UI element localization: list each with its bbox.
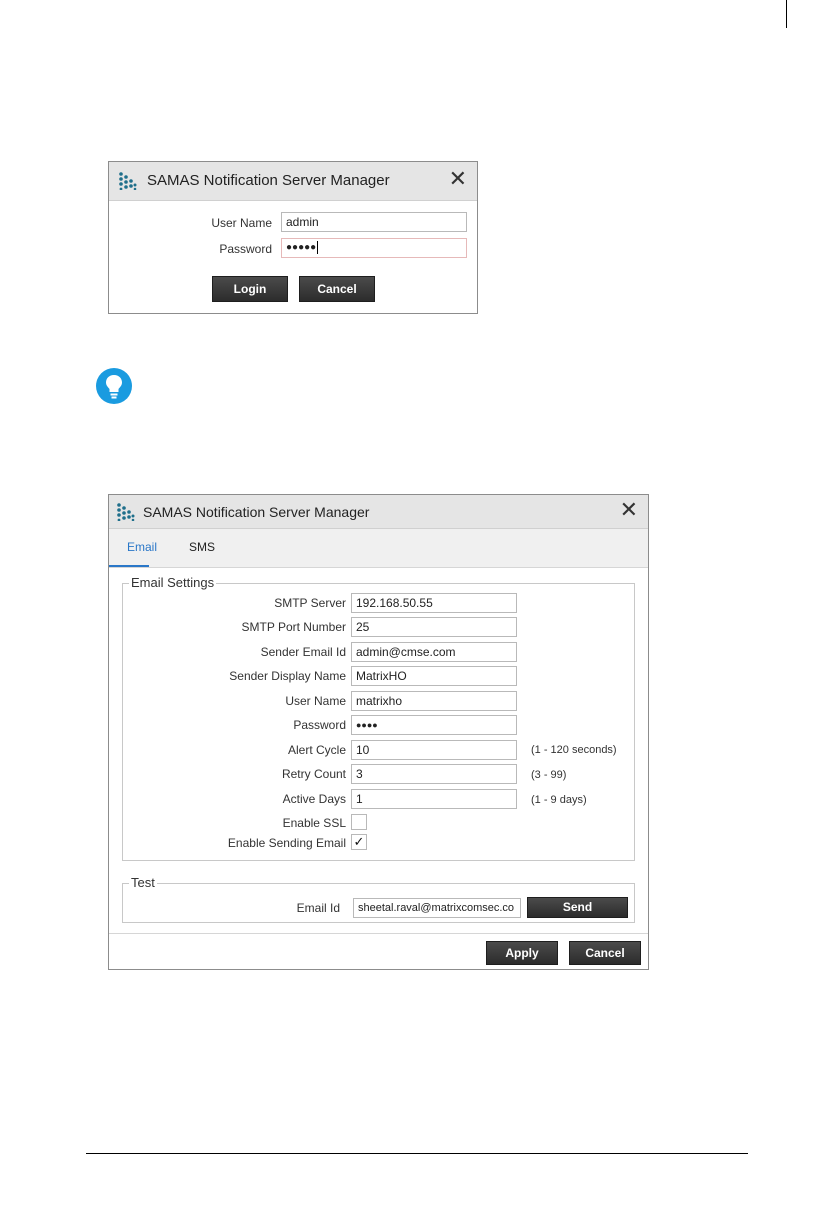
sender-display-name-input[interactable]: MatrixHO [351,666,517,686]
password-label: Password [219,242,272,256]
email-settings-title: Email Settings [129,575,217,590]
smtp-server-input[interactable]: 192.168.50.55 [351,593,517,613]
samas-logo-icon [117,503,135,521]
apply-button[interactable]: Apply [486,941,558,965]
user-name-input[interactable]: matrixho [351,691,517,711]
close-icon[interactable]: ✕ [620,498,638,522]
tab-bar: Email SMS [109,529,648,568]
alert-cycle-value: 10 [356,743,370,757]
page-footer-rule [86,1153,748,1154]
cancel-button[interactable]: Cancel [569,941,641,965]
page-corner-mark [786,0,787,28]
login-dialog-title: SAMAS Notification Server Manager [147,172,390,189]
text-cursor [317,240,319,254]
tab-sms[interactable]: SMS [189,540,215,554]
retry-count-input[interactable]: 3 [351,764,517,784]
settings-dialog-title: SAMAS Notification Server Manager [143,504,370,520]
smtp-port-label: SMTP Port Number [241,620,346,634]
sender-email-label: Sender Email Id [260,645,346,659]
active-tab-indicator [109,565,149,567]
active-days-hint: (1 - 9 days) [531,794,587,806]
smtp-server-label: SMTP Server [274,596,346,610]
sender-email-input[interactable]: admin@cmse.com [351,642,517,662]
retry-count-label: Retry Count [281,767,346,781]
password-value: ●●●●● [286,242,317,253]
send-button[interactable]: Send [527,897,628,918]
password-label: Password [293,718,346,732]
lightbulb-icon [96,368,132,404]
retry-count-hint: (3 - 99) [531,769,567,781]
smtp-port-value: 25 [356,620,370,634]
user-name-label: User Name [285,694,346,708]
password-input[interactable]: ●●●●● [281,238,467,258]
login-button[interactable]: Login [212,276,288,302]
close-icon[interactable]: ✕ [449,167,467,191]
sender-email-value: admin@cmse.com [356,645,456,659]
enable-sending-email-label: Enable Sending Email [227,836,346,850]
test-email-input[interactable]: sheetal.raval@matrixcomsec.co [353,898,521,918]
user-name-value: matrixho [356,694,403,708]
enable-ssl-checkbox[interactable] [351,814,367,830]
test-email-label: Email Id [296,901,340,915]
settings-dialog: SAMAS Notification Server Manager ✕ Emai… [108,494,649,970]
test-group: Test Email Id sheetal.raval@matrixcomsec… [122,875,635,923]
active-days-input[interactable]: 1 [351,789,517,809]
alert-cycle-label: Alert Cycle [287,743,346,757]
username-value: admin [286,215,319,229]
retry-count-value: 3 [356,767,363,781]
tab-email[interactable]: Email [127,540,157,554]
enable-ssl-label: Enable SSL [282,816,346,830]
alert-cycle-input[interactable]: 10 [351,740,517,760]
active-days-label: Active Days [282,792,346,806]
login-dialog: SAMAS Notification Server Manager ✕ User… [108,161,478,314]
email-settings-group: Email Settings SMTP Server 192.168.50.55… [122,575,635,861]
login-titlebar: SAMAS Notification Server Manager ✕ [109,162,477,201]
test-group-title: Test [129,875,157,890]
active-days-value: 1 [356,792,363,806]
smtp-server-value: 192.168.50.55 [356,596,433,610]
alert-cycle-hint: (1 - 120 seconds) [531,744,617,756]
dialog-footer-divider [109,933,648,934]
sender-display-name-label: Sender Display Name [229,669,346,683]
settings-titlebar: SAMAS Notification Server Manager ✕ [109,495,648,529]
smtp-port-input[interactable]: 25 [351,617,517,637]
test-email-value: sheetal.raval@matrixcomsec.co [358,902,515,914]
password-value: ●●●● [356,720,378,730]
password-input[interactable]: ●●●● [351,715,517,735]
samas-logo-icon [119,172,137,190]
sender-display-name-value: MatrixHO [356,669,407,683]
username-label: User Name [211,216,272,230]
checkmark-icon: ✓ [353,834,365,849]
username-input[interactable]: admin [281,212,467,232]
enable-sending-email-checkbox[interactable]: ✓ [351,834,367,850]
cancel-button[interactable]: Cancel [299,276,375,302]
